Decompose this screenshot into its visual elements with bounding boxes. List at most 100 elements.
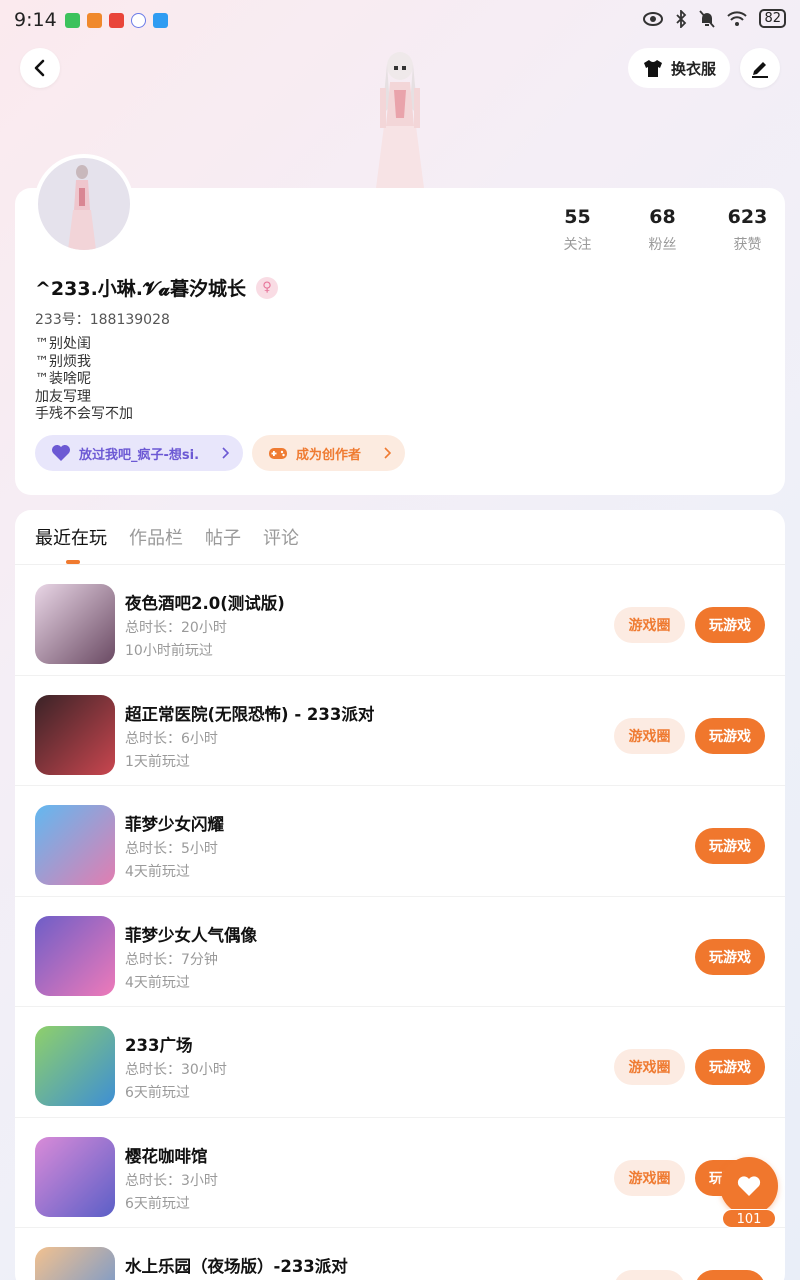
game-circle-button[interactable]: 游戏圈 xyxy=(614,1049,685,1085)
bio-line: ™装啥呢 xyxy=(35,371,91,387)
play-game-button[interactable]: 玩游戏 xyxy=(695,1049,765,1085)
change-outfit-button[interactable]: 换衣服 xyxy=(628,48,730,88)
profile-card: 55 关注 68 粉丝 623 获赞 ^233.小琳.𝓥𝓪暮汐城长 ♀ 233号… xyxy=(15,188,785,495)
play-game-button[interactable]: 玩游戏 xyxy=(695,828,765,864)
edit-profile-button[interactable] xyxy=(740,48,780,88)
username-text: ^233.小琳.𝓥𝓪暮汐城长 xyxy=(35,278,246,300)
game-list: 夜色酒吧2.0(测试版) 总时长：20小时 10小时前玩过 游戏圈 玩游戏 超正常医院(无… xyxy=(15,565,785,1280)
wechat-icon xyxy=(64,12,80,28)
game-title: 233广场 xyxy=(125,1036,193,1055)
game-duration: 总时长：20小时 xyxy=(125,620,227,636)
bio: ™别处闺 ™别烦我 ™装啥呢 加友写理 手残不会写不加 xyxy=(35,336,133,424)
game-circle-button[interactable]: 游戏圈 xyxy=(614,1270,685,1280)
stat-number: 623 xyxy=(727,206,768,228)
game-row[interactable]: 水上乐园（夜场版）-233派对游戏圈玩游戏 xyxy=(15,1228,785,1280)
bio-line: 手残不会写不加 xyxy=(35,406,133,422)
eye-icon xyxy=(643,11,664,26)
avatar-image xyxy=(68,165,96,250)
game-row[interactable]: 超正常医院(无限恐怖) - 233派对 总时长：6小时 1天前玩过 游戏圈 玩游戏 xyxy=(15,676,785,786)
game-icon[interactable] xyxy=(35,1247,115,1280)
game-icon[interactable] xyxy=(35,1136,115,1217)
game-duration: 总时长：30小时 xyxy=(125,1062,227,1078)
game-row[interactable]: 233广场总时长：30小时 6天前玩过 游戏圈 玩游戏 xyxy=(15,1007,785,1118)
chevron-right-icon xyxy=(222,447,229,459)
avatar-3d-figure xyxy=(376,52,424,188)
game-duration: 总时长：3小时 xyxy=(125,1172,218,1189)
stat-following[interactable]: 55 关注 xyxy=(535,206,620,254)
game-last-played: 10小时前玩过 xyxy=(125,643,213,659)
app-icon xyxy=(108,12,124,28)
play-game-button[interactable]: 玩游戏 xyxy=(695,1270,765,1280)
play-game-button[interactable]: 玩游戏 xyxy=(695,938,765,975)
stat-followers[interactable]: 68 粉丝 xyxy=(620,206,705,254)
status-time: 9:14 xyxy=(14,9,57,31)
game-circle-button[interactable]: 游戏圈 xyxy=(614,607,685,643)
game-title: 夜色酒吧2.0(测试版) xyxy=(125,594,285,613)
female-gender-icon: ♀ xyxy=(255,276,278,299)
username: ^233.小琳.𝓥𝓪暮汐城长 ♀ xyxy=(35,274,278,301)
profile-stats: 55 关注 68 粉丝 623 获赞 xyxy=(535,206,790,254)
stat-label: 粉丝 xyxy=(648,237,677,253)
bio-line: ™别处闺 xyxy=(35,336,91,352)
game-row[interactable]: 菲梦少女闪耀 总时长：5小时 4天前玩过 玩游戏 xyxy=(15,786,785,897)
like-button[interactable] xyxy=(720,1157,778,1215)
profile-tabs: 最近在玩 作品栏 帖子 评论 xyxy=(35,524,299,554)
app-icon xyxy=(86,12,102,28)
game-last-played: 6天前玩过 xyxy=(125,1085,190,1101)
game-row[interactable]: 菲梦少女人气偶像 总时长：7分钟 4天前玩过 玩游戏 xyxy=(15,897,785,1007)
tab-works[interactable]: 作品栏 xyxy=(129,524,183,554)
mute-icon xyxy=(699,9,716,28)
game-icon[interactable] xyxy=(35,915,115,996)
become-creator-label: 成为创作者 xyxy=(296,447,362,463)
user-id: 233号：188139028 xyxy=(35,312,170,328)
bio-line: 加友写理 xyxy=(35,388,91,405)
tab-recent-play[interactable]: 最近在玩 xyxy=(35,524,107,554)
group-chip[interactable]: 放过我吧_疯子-想si. xyxy=(35,435,243,471)
game-icon[interactable] xyxy=(35,805,115,885)
avatar[interactable] xyxy=(34,154,134,254)
game-last-played: 1天前玩过 xyxy=(125,753,190,770)
game-title: 水上乐园（夜场版）-233派对 xyxy=(125,1257,348,1276)
stat-likes[interactable]: 623 获赞 xyxy=(705,206,790,254)
game-icon[interactable] xyxy=(35,694,115,775)
play-game-button[interactable]: 玩游戏 xyxy=(695,717,765,754)
recent-games-card: 最近在玩 作品栏 帖子 评论 夜色酒吧2.0(测试版) 总时长：20小时 10小时前… xyxy=(15,510,785,1280)
stat-number: 68 xyxy=(649,206,676,228)
gamepad-icon xyxy=(269,448,287,459)
status-icons: 82 xyxy=(643,9,786,28)
play-game-button[interactable]: 玩游戏 xyxy=(695,607,765,643)
game-duration: 总时长：6小时 xyxy=(125,730,218,747)
game-row[interactable]: 樱花咖啡馆总时长：3小时6天前玩过游戏圈玩游戏 xyxy=(15,1118,785,1228)
game-title: 菲梦少女闪耀 xyxy=(125,815,224,834)
bluetooth-icon xyxy=(676,9,687,28)
game-title: 菲梦少女人气偶像 xyxy=(125,925,257,945)
chevron-right-icon xyxy=(384,447,391,459)
game-last-played: 4天前玩过 xyxy=(125,974,190,991)
become-creator-chip[interactable]: 成为创作者 xyxy=(252,435,405,471)
status-bar: 9:14 82 xyxy=(0,0,800,40)
game-icon[interactable] xyxy=(35,1026,115,1106)
battery-indicator: 82 xyxy=(759,9,786,28)
chevron-left-icon xyxy=(34,59,45,77)
app-icon xyxy=(130,12,146,28)
game-title: 樱花咖啡馆 xyxy=(125,1146,208,1166)
back-button[interactable] xyxy=(20,48,60,88)
tab-posts[interactable]: 帖子 xyxy=(205,524,241,554)
game-last-played: 6天前玩过 xyxy=(125,1195,190,1212)
game-last-played: 4天前玩过 xyxy=(125,864,190,880)
group-chip-label: 放过我吧_疯子-想si. xyxy=(79,447,200,463)
stat-label: 关注 xyxy=(563,237,592,253)
search-app-icon xyxy=(152,12,168,28)
game-circle-button[interactable]: 游戏圈 xyxy=(614,1159,685,1196)
pencil-icon xyxy=(752,62,768,78)
game-icon[interactable] xyxy=(35,584,115,664)
stat-label: 获赞 xyxy=(733,237,762,253)
game-title: 超正常医院(无限恐怖) - 233派对 xyxy=(125,704,375,724)
game-duration: 总时长：7分钟 xyxy=(125,951,218,968)
change-outfit-label: 换衣服 xyxy=(670,59,716,78)
wifi-icon xyxy=(727,10,748,26)
game-row[interactable]: 夜色酒吧2.0(测试版) 总时长：20小时 10小时前玩过 游戏圈 玩游戏 xyxy=(15,565,785,676)
game-circle-button[interactable]: 游戏圈 xyxy=(614,717,685,754)
tab-comments[interactable]: 评论 xyxy=(263,524,299,554)
shirt-icon xyxy=(643,60,662,77)
